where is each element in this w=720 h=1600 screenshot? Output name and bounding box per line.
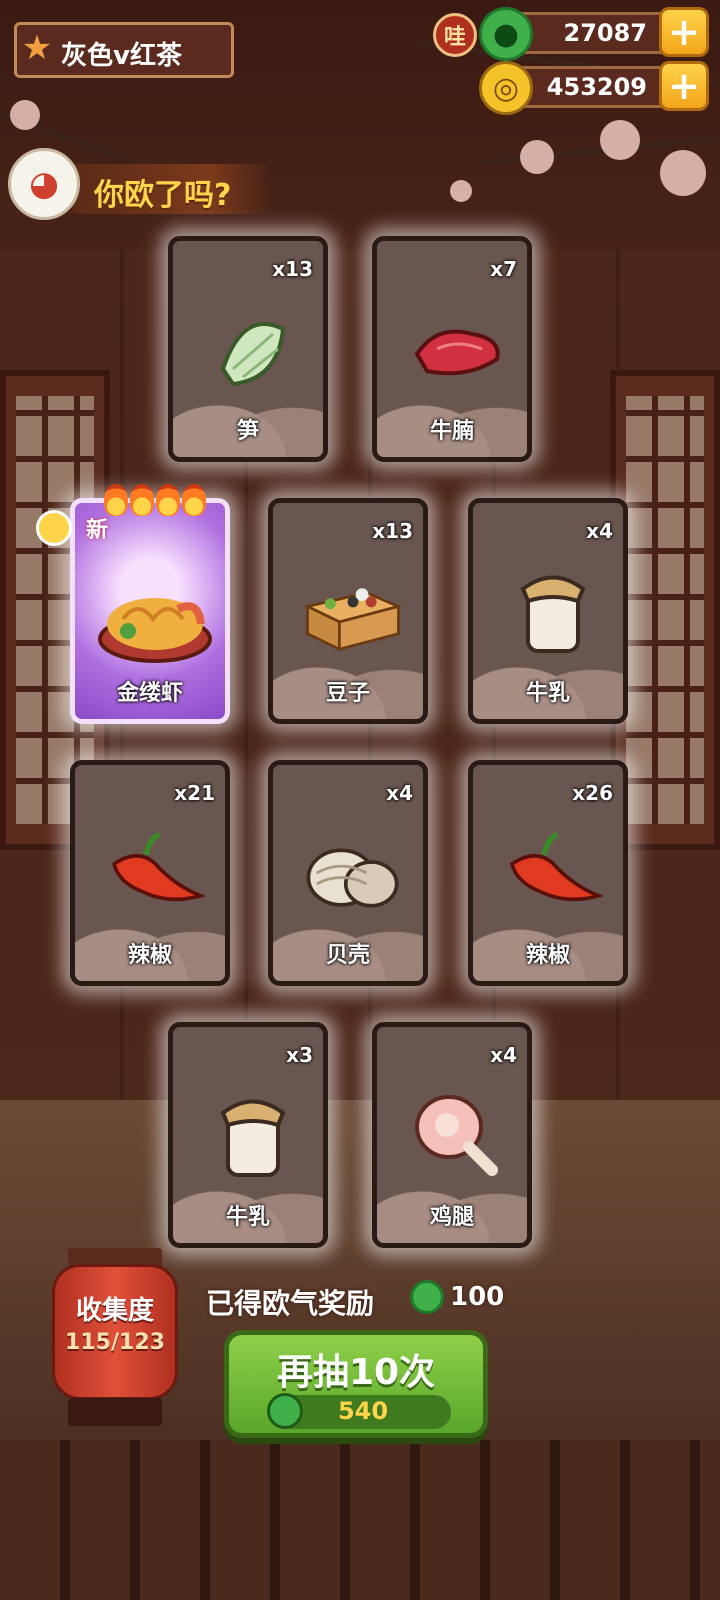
jade-value: 27087 (563, 19, 648, 47)
lucky-banner: 你欧了吗? (72, 164, 272, 214)
coin-value: 453209 (546, 73, 647, 101)
draw-cost-value: 540 (337, 1397, 389, 1425)
card-label: 笋 (236, 419, 259, 444)
blossom-flower (450, 180, 472, 202)
card-label: 辣椒 (127, 943, 172, 968)
luck-reward-label: 已得欧气奖励 (206, 1287, 375, 1320)
draw-again-label: 再抽10次 (276, 1352, 436, 1393)
card-label: 辣椒 (525, 943, 570, 968)
flame-icon (182, 484, 206, 516)
new-label: 新 (86, 518, 109, 543)
flame-icon (156, 484, 180, 516)
blossom-flower (660, 150, 706, 196)
wa-badge-icon[interactable]: 哇 (433, 13, 477, 57)
jade-icon (410, 1280, 444, 1314)
blossom-flower (10, 100, 40, 130)
card-quantity: x4 (490, 1043, 517, 1067)
card-quantity: x4 (386, 781, 413, 805)
chick-mascot-icon: ◕ (8, 148, 80, 220)
collection-lantern[interactable]: 收集度 115/123 (50, 1248, 180, 1428)
reward-card[interactable]: x4 牛乳 (468, 498, 628, 724)
blossom-flower (520, 140, 554, 174)
golden-shrimp-noodle-icon (93, 569, 217, 669)
butterfly-icon (36, 510, 72, 546)
lantern-base (68, 1398, 162, 1426)
add-jade-button[interactable]: + (659, 7, 709, 57)
collection-label: 收集度 (75, 1296, 154, 1326)
new-badge: 新 (36, 508, 126, 548)
player-name: 灰色v红茶 (61, 41, 182, 71)
reward-card[interactable]: x13 豆子 (268, 498, 428, 724)
jade-icon: ● (479, 7, 533, 61)
flame-icon (130, 484, 154, 516)
card-quantity: x4 (586, 519, 613, 543)
card-quantity: x13 (272, 257, 313, 281)
blossom-flower (600, 120, 640, 160)
coin-icon: ◎ (479, 61, 533, 115)
reward-card[interactable]: x26 辣椒 (468, 760, 628, 986)
reward-card[interactable]: x4 鸡腿 (372, 1022, 532, 1248)
card-quantity: x13 (372, 519, 413, 543)
reward-card[interactable]: x7 牛腩 (372, 236, 532, 462)
banner-text: 你欧了吗? (94, 178, 232, 213)
collection-progress: 115/123 (65, 1330, 165, 1355)
card-label: 鸡腿 (429, 1205, 474, 1230)
card-quantity: x21 (174, 781, 215, 805)
rank-badge-icon: ★ (21, 28, 53, 68)
card-quantity: x26 (572, 781, 613, 805)
player-name-plate[interactable]: ★ 灰色v红茶 (14, 22, 234, 78)
jade-currency-bar: 哇 ● 27087 + (433, 7, 709, 61)
draw-cost: 540 (267, 1393, 451, 1429)
card-label: 牛腩 (429, 419, 474, 444)
draw-again-button[interactable]: 再抽10次 540 (224, 1330, 488, 1438)
reward-card[interactable]: x13 笋 (168, 236, 328, 462)
card-quantity: x3 (286, 1043, 313, 1067)
coin-currency-bar: ◎ 453209 + (479, 61, 709, 115)
reward-card[interactable]: x3 牛乳 (168, 1022, 328, 1248)
background-railing (0, 1440, 720, 1600)
luck-reward-value: 100 (450, 1282, 505, 1312)
card-label: 贝壳 (325, 943, 370, 968)
reward-card[interactable]: x21 辣椒 (70, 760, 230, 986)
card-label: 牛乳 (525, 681, 570, 706)
card-label: 豆子 (325, 681, 370, 706)
card-quantity: x7 (490, 257, 517, 281)
card-label: 牛乳 (225, 1205, 270, 1230)
reward-card[interactable]: x4 贝壳 (268, 760, 428, 986)
add-coins-button[interactable]: + (659, 61, 709, 111)
card-label: 金缕虾 (116, 681, 183, 706)
